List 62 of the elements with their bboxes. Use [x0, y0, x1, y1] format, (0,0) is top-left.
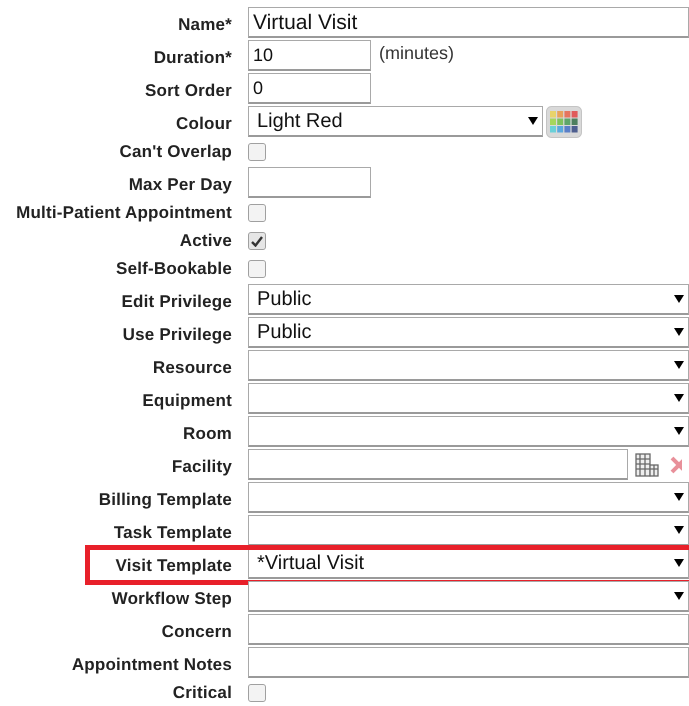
text-field[interactable]: 0 [248, 73, 371, 104]
field-label: Critical [172, 682, 232, 704]
field-label: Name* [177, 14, 232, 36]
caret-icon [674, 559, 684, 567]
caret-icon [674, 592, 684, 600]
dropdown[interactable] [248, 383, 689, 414]
checkbox[interactable] [248, 204, 266, 222]
dropdown[interactable] [248, 482, 689, 513]
caret-icon [674, 295, 684, 303]
caret-icon [674, 493, 684, 501]
text-field[interactable]: Virtual Visit [248, 7, 689, 38]
text-field[interactable] [248, 647, 689, 678]
text-field[interactable] [248, 167, 371, 198]
field-label: Edit Privilege [120, 290, 232, 313]
dropdown[interactable]: Public [248, 284, 689, 315]
dropdown[interactable] [248, 350, 689, 381]
caret-icon [674, 361, 684, 369]
dropdown[interactable] [248, 416, 689, 447]
field-label: Billing Template [98, 488, 232, 511]
field-label: Appointment Notes [70, 654, 232, 676]
text-field[interactable] [248, 614, 689, 645]
select-value: Public [257, 289, 312, 309]
field-label: Active [178, 230, 232, 252]
field-label: Equipment [141, 390, 232, 412]
field-label: Max Per Day [128, 174, 232, 196]
field-label: Can't Overlap [118, 140, 232, 162]
dropdown[interactable] [248, 581, 689, 612]
field-label: Concern [160, 620, 232, 642]
field-label: Room [182, 422, 232, 444]
caret-icon [674, 394, 684, 402]
field-label: Visit Template [114, 554, 232, 576]
dropdown[interactable] [248, 515, 689, 546]
field-label: Use Privilege [122, 324, 232, 346]
select-value: Public [257, 322, 312, 342]
field-label: Colour [175, 112, 232, 134]
field-label: Sort Order [144, 80, 232, 102]
text-field[interactable] [248, 449, 628, 480]
select-value: Light Red [257, 111, 343, 131]
field-label: Workflow Step [110, 588, 232, 610]
checkbox[interactable] [248, 143, 266, 161]
colour-palette-icon[interactable] [546, 106, 582, 138]
colour-dropdown[interactable]: Light Red [248, 106, 543, 137]
select-value: *Virtual Visit [257, 553, 364, 573]
field-label: Resource [152, 356, 232, 378]
caret-icon [674, 526, 684, 534]
dropdown[interactable]: Public [248, 317, 689, 348]
field-label: Multi-Patient Appointment [15, 202, 232, 224]
field-label: Task Template [112, 522, 232, 544]
field-label: Facility [170, 456, 232, 478]
unit-label: (minutes) [379, 42, 454, 65]
close-icon[interactable] [670, 454, 682, 474]
caret-icon [674, 427, 684, 435]
caret-icon [528, 117, 538, 125]
field-label: Duration* [152, 46, 232, 68]
caret-icon [674, 328, 684, 336]
text-field[interactable]: 10 [248, 40, 371, 71]
field-label: Self-Bookable [115, 258, 232, 280]
checkbox[interactable] [248, 260, 266, 278]
building-icon[interactable] [635, 452, 659, 476]
checkbox[interactable] [248, 684, 266, 702]
checkbox[interactable] [248, 232, 266, 250]
dropdown[interactable]: *Virtual Visit [248, 548, 689, 579]
